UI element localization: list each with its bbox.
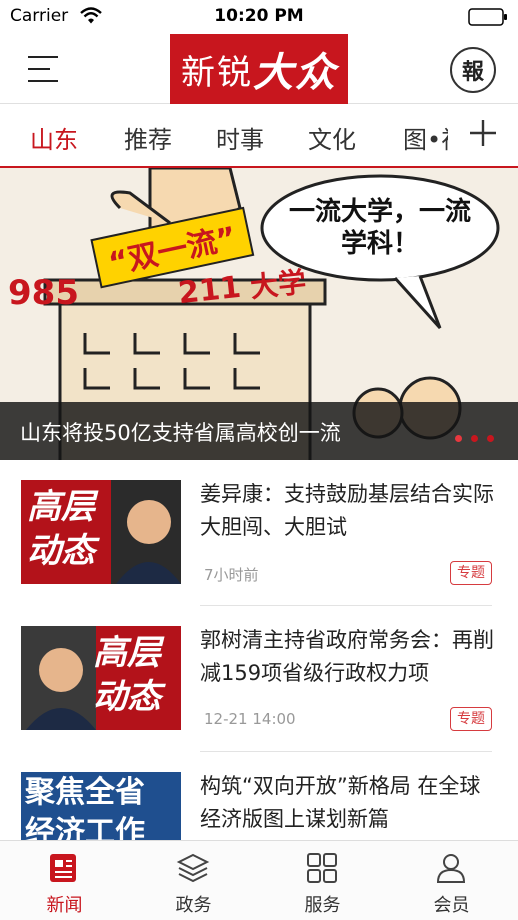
tab-current-affairs[interactable]: 时事 xyxy=(216,120,264,155)
banner-211-label: 211 xyxy=(177,270,243,311)
news-icon xyxy=(50,854,76,882)
thumb-caption: 经济工作 xyxy=(25,815,145,840)
tabbar-government[interactable]: 政务 xyxy=(129,841,258,920)
news-thumbnail: 高层 动态 xyxy=(21,626,181,730)
news-item[interactable]: 高层 动态 姜异康：支持鼓励基层结合实际大胆闯、大胆试 7小时前 专题 xyxy=(0,460,518,606)
tab-culture[interactable]: 文化 xyxy=(308,120,356,155)
thumb-caption: 高层 xyxy=(93,633,161,673)
tab-shandong[interactable]: 山东 xyxy=(30,120,78,155)
logo-text: 新锐 xyxy=(181,52,253,93)
slide-indicator xyxy=(451,427,494,446)
banner-caption: 山东将投50亿支持省属高校创一流 xyxy=(0,402,518,460)
headline-banner[interactable]: “双一流” 985 211 大学 一流大学，一流学科！ 山东将投50亿支持省属高… xyxy=(0,168,518,460)
user-icon xyxy=(436,854,466,883)
app-header: 新锐 大众 報 xyxy=(0,34,518,104)
news-list: 高层 动态 姜异康：支持鼓励基层结合实际大胆闯、大胆试 7小时前 专题 高层 动… xyxy=(0,460,518,840)
layers-icon xyxy=(176,853,210,883)
battery-icon xyxy=(468,8,507,26)
slide-dot xyxy=(470,435,478,442)
tabbar-services[interactable]: 服务 xyxy=(258,841,387,920)
bottom-tab-bar: 新闻 政务 服务 会员 xyxy=(0,840,518,920)
banner-university-label: 大学 xyxy=(249,265,308,304)
tab-picture-video[interactable]: 图•视 xyxy=(403,120,448,155)
banner-speech-text: 一流大学，一流学科！ xyxy=(288,197,471,259)
tabbar-news[interactable]: 新闻 xyxy=(0,841,129,920)
tab-recommend[interactable]: 推荐 xyxy=(124,120,172,155)
news-title: 姜异康：支持鼓励基层结合实际大胆闯、大胆试 xyxy=(200,482,494,539)
add-channel-icon[interactable] xyxy=(466,116,500,150)
news-title: 郭树清主持省政府常务会：再削减159项省级行政权力项 xyxy=(200,628,494,685)
tab-clip: 图•视 xyxy=(400,104,448,166)
news-title: 构筑“双向开放”新格局 在全球经济版图上谋划新篇 xyxy=(200,774,481,831)
logo-text-big: 大众 xyxy=(253,49,337,96)
menu-button[interactable] xyxy=(28,54,64,84)
topic-badge: 专题 xyxy=(450,707,492,731)
channel-tabs: 山东 推荐 时事 文化 图•视 xyxy=(0,104,518,168)
banner-985-label: 985 xyxy=(8,273,79,313)
news-thumbnail: 聚焦全省 经济工作 xyxy=(21,772,181,840)
thumb-caption: 高层 xyxy=(27,487,95,527)
thumb-caption: 动态 xyxy=(93,677,161,717)
topic-badge: 专题 xyxy=(450,561,492,585)
tabbar-label: 新闻 xyxy=(46,895,83,916)
newspaper-button[interactable]: 報 xyxy=(450,47,496,93)
menu-icon xyxy=(28,56,58,58)
thumb-caption: 聚焦全省 xyxy=(25,775,145,810)
status-bar: Carrier 10:20 PM xyxy=(0,0,518,34)
tabbar-label: 政务 xyxy=(175,895,212,916)
slide-dot xyxy=(487,435,494,442)
news-item[interactable]: 高层 动态 郭树清主持省政府常务会：再削减159项省级行政权力项 12-21 1… xyxy=(0,606,518,752)
thumb-caption: 动态 xyxy=(27,531,95,571)
clock: 10:20 PM xyxy=(214,6,304,26)
banner-title: 山东将投50亿支持省属高校创一流 xyxy=(20,421,341,445)
app-logo: 新锐 大众 xyxy=(170,34,348,104)
tabbar-member[interactable]: 会员 xyxy=(387,841,516,920)
news-thumbnail: 高层 动态 xyxy=(21,480,181,584)
tabbar-label: 服务 xyxy=(304,895,341,916)
news-time: 12-21 14:00 xyxy=(204,710,296,728)
tabbar-label: 会员 xyxy=(433,895,470,916)
newspaper-icon: 報 xyxy=(461,59,484,85)
news-item[interactable]: 聚焦全省 经济工作 构筑“双向开放”新格局 在全球经济版图上谋划新篇 xyxy=(0,752,518,840)
news-time: 7小时前 xyxy=(204,566,259,584)
grid-icon xyxy=(307,853,337,883)
slide-dot xyxy=(454,435,462,442)
